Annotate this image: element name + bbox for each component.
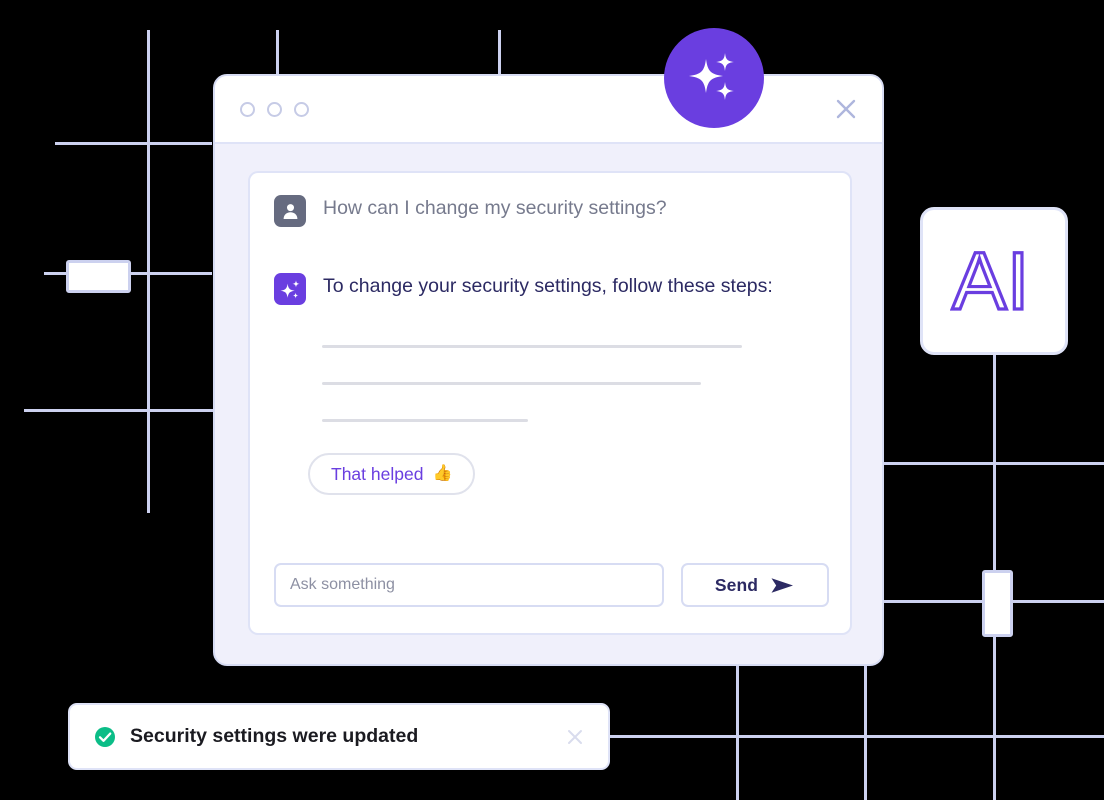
ask-input[interactable] [274, 563, 664, 607]
svg-text:AI: AI [952, 243, 1029, 319]
grid-line-horizontal [884, 462, 1104, 465]
skeleton-line [322, 419, 528, 422]
grid-line-vertical [498, 30, 501, 77]
message-assistant-text: To change your security settings, follow… [323, 275, 773, 297]
message-assistant: To change your security settings, follow… [274, 272, 773, 305]
that-helped-button[interactable]: That helped 👍 [308, 453, 476, 495]
message-user-text: How can I change my security settings? [323, 197, 667, 219]
close-icon [568, 729, 582, 744]
skeleton-line [322, 345, 742, 348]
grid-line-vertical [736, 663, 739, 800]
toast-notification: Security settings were updated [68, 703, 610, 770]
toast-message: Security settings were updated [130, 725, 419, 747]
conversation-card: How can I change my security settings? T… [248, 171, 852, 635]
sparkles-icon [280, 279, 300, 298]
window-close-button[interactable] [832, 95, 860, 123]
close-icon [836, 99, 856, 119]
grid-line-vertical [276, 30, 279, 77]
that-helped-label: That helped [331, 463, 424, 484]
check-circle-icon [94, 726, 116, 748]
send-label: Send [714, 574, 759, 595]
send-button[interactable]: Send [681, 563, 829, 607]
thumbs-up-icon: 👍 [432, 465, 453, 482]
window-dot-maximize[interactable] [294, 101, 309, 117]
window-dot-minimize[interactable] [267, 101, 282, 117]
person-icon [283, 203, 297, 219]
chat-window: How can I change my security settings? T… [213, 28, 884, 666]
toast-close-button[interactable] [564, 726, 586, 748]
window-titlebar [215, 76, 882, 144]
grid-chip-left [66, 260, 131, 293]
grid-line-vertical [864, 663, 867, 800]
grid-line-horizontal [610, 735, 1104, 738]
grid-chip-right [982, 570, 1013, 637]
message-user: How can I change my security settings? [274, 194, 667, 227]
send-arrow-icon [771, 577, 794, 593]
window-traffic-lights [240, 101, 309, 117]
ai-badge-card: AI [920, 207, 1068, 355]
grid-line-horizontal [55, 142, 212, 145]
avatar-user [274, 195, 306, 227]
avatar-assistant [274, 273, 306, 305]
grid-line-horizontal [24, 409, 213, 412]
skeleton-line [322, 382, 701, 385]
illustration-canvas: AI How can I change my security settings… [0, 0, 1104, 800]
sparkles-icon [689, 53, 734, 100]
ai-sparkle-badge [664, 28, 764, 128]
window-dot-close[interactable] [240, 101, 255, 117]
ai-outline-text-icon: AI [950, 243, 1031, 319]
